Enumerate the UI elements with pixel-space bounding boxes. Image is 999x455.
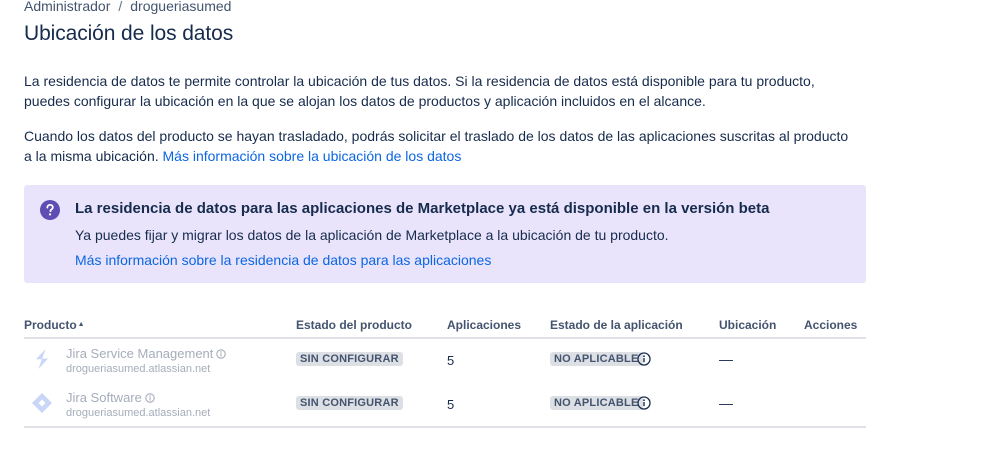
column-header-actions: Acciones <box>804 318 858 332</box>
product-name-label: Jira Software <box>66 390 142 405</box>
product-status-lozenge: SIN CONFIGURAR <box>296 352 403 366</box>
location-value: — <box>719 351 733 367</box>
learn-more-link[interactable]: Más información sobre la ubicación de lo… <box>163 148 462 164</box>
breadcrumb-separator: / <box>118 0 123 14</box>
move-paragraph: Cuando los datos del producto se hayan t… <box>24 126 854 166</box>
product-name: Jira Service Management <box>66 346 227 361</box>
column-header-product-status: Estado del producto <box>296 318 413 332</box>
info-banner: La residencia de datos para las aplicaci… <box>24 185 866 283</box>
info-icon[interactable] <box>637 352 651 366</box>
product-name: Jira Software <box>66 390 155 405</box>
sort-ascending-icon: ▲ <box>77 321 85 328</box>
table-row: Jira Software drogueriasumed.atlassian.n… <box>0 383 999 427</box>
table-row: Jira Service Management drogueriasumed.a… <box>0 339 999 383</box>
jira-software-icon <box>32 393 52 413</box>
app-status-lozenge: NO APLICABLE <box>550 396 643 410</box>
info-icon[interactable] <box>216 349 227 359</box>
app-status-lozenge: NO APLICABLE <box>550 352 643 366</box>
location-value: — <box>719 395 733 411</box>
column-header-product-label: Producto <box>24 318 77 332</box>
product-site-url: drogueriasumed.atlassian.net <box>66 363 211 375</box>
apps-count: 5 <box>447 353 455 368</box>
column-header-product[interactable]: Producto▲ <box>24 318 85 332</box>
page-title: Ubicación de los datos <box>24 22 234 45</box>
info-icon[interactable] <box>637 396 651 410</box>
table-bottom-divider <box>24 426 866 428</box>
question-circle-icon <box>40 200 60 220</box>
apps-count: 5 <box>447 397 455 412</box>
banner-description: Ya puedes fijar y migrar los datos de la… <box>75 227 669 243</box>
column-header-app-status: Estado de la aplicación <box>550 318 683 332</box>
intro-paragraph: La residencia de datos te permite contro… <box>24 73 815 109</box>
banner-title: La residencia de datos para las aplicaci… <box>75 200 770 217</box>
column-header-location: Ubicación <box>719 318 777 332</box>
breadcrumb-site[interactable]: drogueriasumed <box>130 0 231 14</box>
column-header-apps: Aplicaciones <box>447 318 522 332</box>
product-name-label: Jira Service Management <box>66 346 214 361</box>
info-icon[interactable] <box>145 393 155 403</box>
banner-learn-more-link[interactable]: Más información sobre la residencia de d… <box>75 252 491 268</box>
product-status-lozenge: SIN CONFIGURAR <box>296 396 403 410</box>
breadcrumb: Administrador / drogueriasumed <box>24 0 231 14</box>
product-site-url: drogueriasumed.atlassian.net <box>66 407 211 419</box>
jira-service-management-icon <box>36 349 48 369</box>
breadcrumb-admin[interactable]: Administrador <box>24 0 110 14</box>
